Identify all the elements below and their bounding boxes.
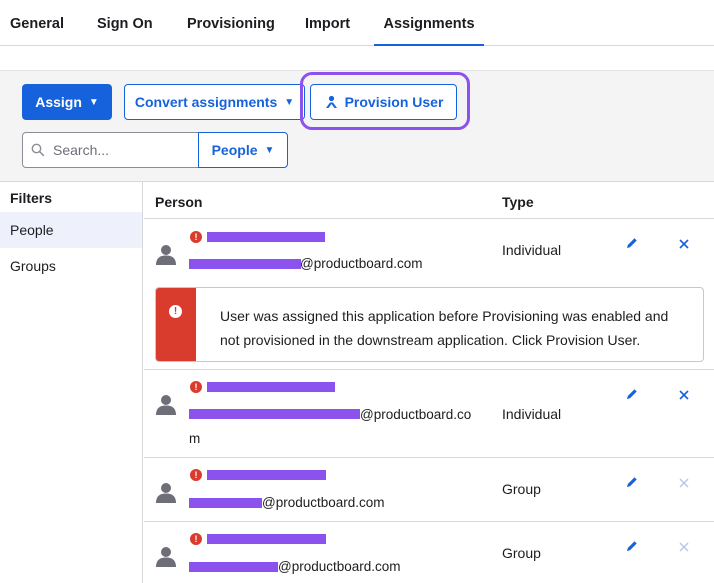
person-email: @productboard.com [262, 495, 385, 510]
table-header [144, 182, 714, 219]
tab-provisioning[interactable]: Provisioning [187, 0, 275, 46]
alert-error-bar [156, 288, 196, 361]
remove-icon[interactable] [678, 238, 690, 250]
filter-item-people[interactable]: People [0, 212, 142, 248]
row-divider [144, 369, 714, 370]
search-input[interactable] [53, 142, 183, 158]
redacted-name [207, 232, 325, 242]
user-avatar-icon [156, 245, 176, 265]
assignment-type: Group [502, 545, 541, 561]
row-divider [144, 521, 714, 522]
people-filter-dropdown[interactable]: People ▼ [198, 132, 288, 168]
provisioning-alert: ! User was assigned this application bef… [155, 287, 704, 362]
remove-icon-disabled [679, 542, 689, 552]
assignment-type: Group [502, 481, 541, 497]
redacted-email-user [189, 409, 360, 419]
column-header-type: Type [502, 194, 534, 210]
tab-import[interactable]: Import [305, 0, 350, 46]
user-avatar-icon [156, 547, 176, 567]
redacted-name [207, 534, 326, 544]
convert-assignments-button[interactable]: Convert assignments ▼ [124, 84, 305, 120]
error-icon: ! [190, 231, 202, 243]
user-avatar-icon [156, 395, 176, 415]
tab-general[interactable]: General [10, 0, 64, 46]
error-icon: ! [190, 533, 202, 545]
caret-down-icon: ▼ [88, 96, 99, 108]
person-email: @productboard.com [300, 256, 423, 271]
row-divider [144, 457, 714, 458]
edit-icon[interactable] [625, 236, 639, 250]
assign-button[interactable]: Assign ▼ [22, 84, 112, 120]
tab-sign-on[interactable]: Sign On [97, 0, 153, 46]
tab-bar: General Sign On Provisioning Import Assi… [0, 0, 714, 46]
search-box [22, 132, 199, 168]
tab-assignments[interactable]: Assignments [374, 0, 484, 46]
person-email-wrap: m [189, 431, 201, 446]
edit-icon[interactable] [625, 387, 639, 401]
error-icon: ! [190, 381, 202, 393]
search-icon [31, 143, 45, 157]
error-icon: ! [190, 469, 202, 481]
remove-icon[interactable] [678, 389, 690, 401]
redacted-name [207, 470, 326, 480]
redacted-email-user [189, 498, 262, 508]
assign-button-label: Assign [35, 94, 82, 110]
edit-icon[interactable] [625, 475, 639, 489]
redacted-email-user [189, 562, 278, 572]
filter-item-groups[interactable]: Groups [0, 248, 142, 284]
edit-icon[interactable] [625, 539, 639, 553]
alert-error-icon: ! [169, 305, 182, 318]
assignment-type: Individual [502, 242, 562, 258]
alert-message: User was assigned this application befor… [220, 308, 669, 348]
redacted-email-user [189, 259, 301, 269]
person-email: @productboard.com [278, 559, 401, 574]
redacted-name [207, 382, 335, 392]
user-avatar-icon [156, 483, 176, 503]
column-header-person: Person [155, 194, 203, 210]
person-email: @productboard.co [360, 407, 472, 422]
filters-title: Filters [10, 190, 53, 206]
people-filter-label: People [211, 142, 258, 158]
assignment-type: Individual [502, 406, 562, 422]
remove-icon-disabled [679, 478, 689, 488]
provision-user-highlight [300, 72, 470, 130]
caret-down-icon: ▼ [264, 144, 275, 156]
convert-assignments-label: Convert assignments [134, 94, 278, 110]
caret-down-icon: ▼ [284, 96, 295, 108]
